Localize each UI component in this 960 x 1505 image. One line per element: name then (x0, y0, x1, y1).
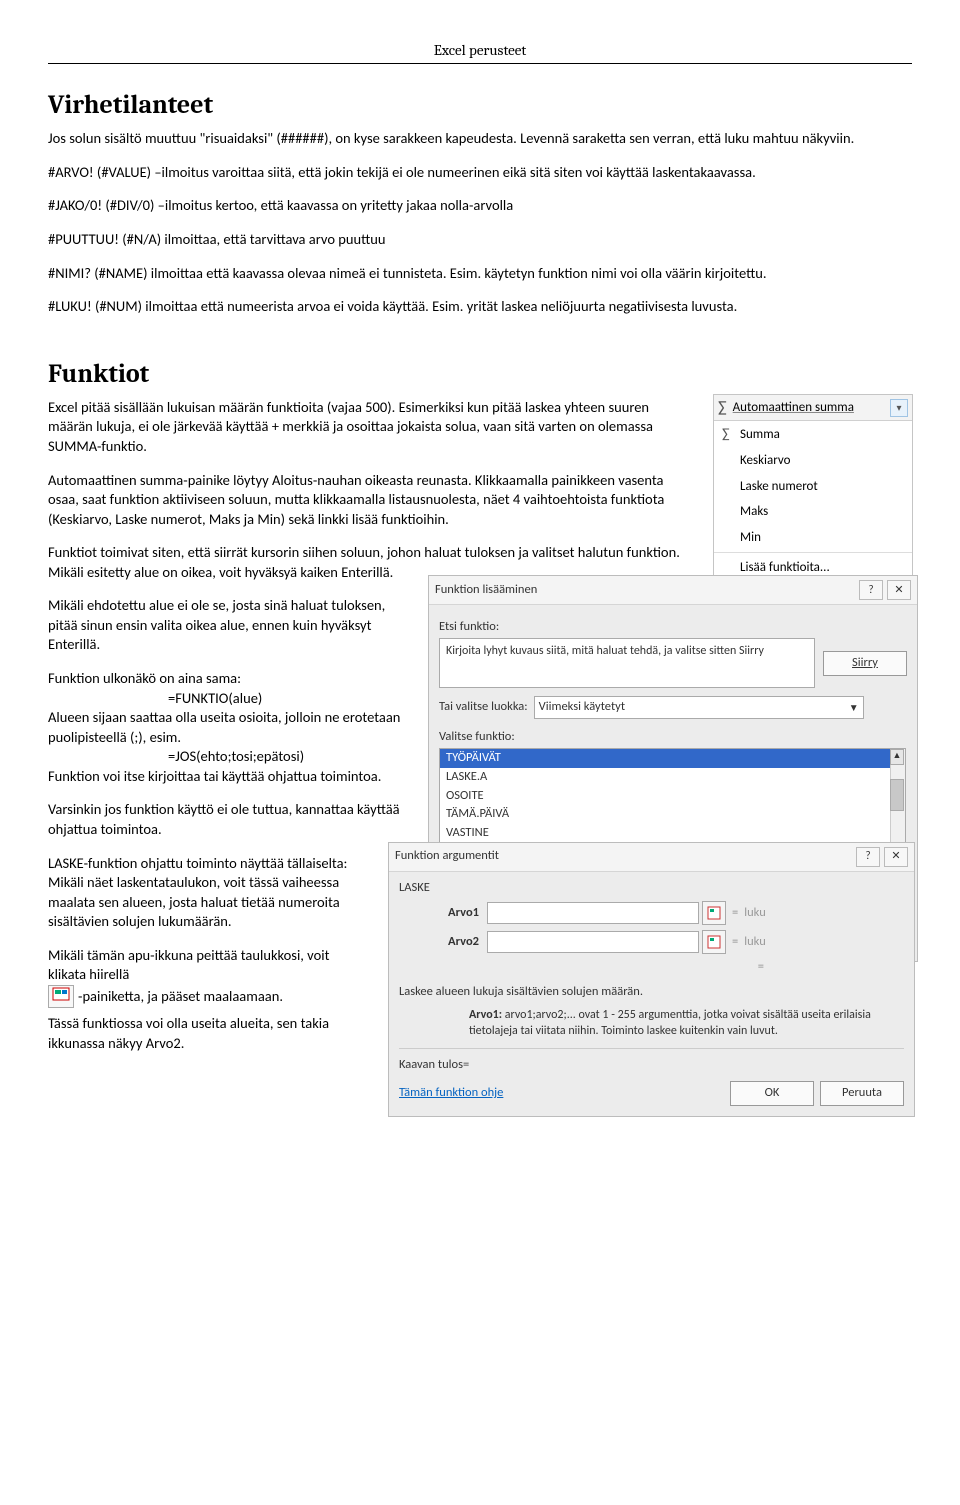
dialog-title: Funktion argumentit (395, 848, 852, 865)
range-picker-icon[interactable] (702, 901, 726, 925)
function-name: LASKE (399, 880, 904, 897)
list-item[interactable]: TÄMÄ.PÄIVÄ (440, 805, 905, 824)
scroll-thumb[interactable] (890, 779, 904, 811)
chevron-down-icon: ▼ (849, 701, 859, 715)
body-text: Mikäli tämän apu-ikkuna peittää taulukko… (48, 946, 348, 985)
body-text: #LUKU! (#NUM) ilmoittaa että numeerista … (48, 297, 912, 317)
help-link[interactable]: Tämän funktion ohje (399, 1085, 503, 1102)
body-text: Jos solun sisältö muuttuu "risuaidaksi" … (48, 129, 912, 149)
search-input[interactable]: Kirjoita lyhyt kuvaus siitä, mitä haluat… (439, 638, 815, 688)
dialog-title: Funktion lisääminen (435, 582, 855, 599)
help-icon[interactable]: ? (856, 847, 880, 867)
help-icon[interactable]: ? (859, 580, 883, 600)
body-text: Varsinkin jos funktion käyttö ei ole tut… (48, 800, 408, 839)
arg2-input[interactable] (487, 931, 699, 953)
autosum-item-keskiarvo[interactable]: Keskiarvo (714, 448, 912, 474)
body-text: #JAKO/0! (#DIV/0) –ilmoitus kertoo, että… (48, 196, 912, 216)
body-text: Automaattinen summa-painike löytyy Aloit… (48, 471, 688, 530)
body-text: Mikäli ehdotettu alue ei ole se, josta s… (48, 596, 408, 655)
arg1-input[interactable] (487, 902, 699, 924)
dialog-titlebar: Funktion lisääminen ? ✕ (429, 576, 917, 605)
sigma-icon: ∑ (718, 397, 727, 419)
body-text: Funktion ulkonäkö on aina sama: (48, 669, 408, 689)
category-select[interactable]: Viimeksi käytetyt ▼ (534, 696, 864, 719)
body-text: #NIMI? (#NAME) ilmoittaa että kaavassa o… (48, 264, 912, 284)
page-header: Excel perusteet (48, 40, 912, 64)
formula-result: Kaavan tulos= (399, 1057, 904, 1074)
list-label: Valitse funktio: (439, 729, 907, 746)
body-text: Alueen sijaan saattaa olla useita osioit… (48, 708, 408, 747)
body-text: -painiketta, ja pääset maalaamaan. (78, 987, 283, 1007)
autosum-item-summa[interactable]: ∑Summa (714, 421, 912, 448)
body-text: Tässä funktiossa voi olla useita alueita… (48, 1014, 348, 1053)
autosum-item-maks[interactable]: Maks (714, 499, 912, 525)
arg2-type: luku (744, 934, 766, 951)
function-arguments-dialog: Funktion argumentit ? ✕ LASKE Arvo1 = lu… (388, 842, 915, 1118)
arg1-label: Arvo1 (399, 905, 487, 922)
body-text: #ARVO! (#VALUE) –ilmoitus varoittaa siit… (48, 163, 912, 183)
scroll-up-icon[interactable]: ▲ (890, 749, 904, 765)
category-label: Tai valitse luokka: (439, 699, 528, 716)
cancel-button[interactable]: Peruuta (820, 1081, 904, 1106)
list-item[interactable]: OSOITE (440, 787, 905, 806)
function-description: Laskee alueen lukuja sisältävien solujen… (399, 984, 904, 1001)
range-picker-icon[interactable] (702, 930, 726, 954)
heading-virhetilanteet: Virhetilanteet (48, 88, 912, 123)
autosum-label: Automaattinen summa (733, 399, 854, 417)
body-text: LASKE-funktion ohjattu toiminto näyttää … (48, 854, 348, 874)
chevron-down-icon[interactable]: ▾ (890, 399, 908, 417)
body-text: Excel pitää sisällään lukuisan määrän fu… (48, 398, 688, 457)
dialog-titlebar: Funktion argumentit ? ✕ (389, 843, 914, 872)
sigma-icon: ∑ (722, 425, 740, 444)
body-text: #PUUTTUU! (#N/A) ilmoittaa, että tarvitt… (48, 230, 912, 250)
close-icon[interactable]: ✕ (887, 580, 911, 600)
list-item[interactable]: TYÖPÄIVÄT (440, 749, 905, 768)
search-label: Etsi funktio: (439, 619, 907, 636)
autosum-button[interactable]: ∑ Automaattinen summa ▾ (714, 395, 912, 422)
ok-button[interactable]: OK (730, 1081, 814, 1106)
close-icon[interactable]: ✕ (884, 847, 908, 867)
autosum-item-laske-numerot[interactable]: Laske numerot (714, 474, 912, 500)
heading-funktiot: Funktiot (48, 357, 912, 392)
list-item[interactable]: LASKE.A (440, 768, 905, 787)
arg-hint: Arvo1: arvo1;arvo2;... ovat 1 - 255 argu… (469, 1007, 904, 1039)
body-text: Mikäli näet laskentataulukon, voit tässä… (48, 873, 348, 932)
arg2-label: Arvo2 (399, 934, 487, 951)
go-button[interactable]: Siirry (823, 651, 907, 676)
arg1-type: luku (744, 905, 766, 922)
collapse-dialog-icon (48, 985, 74, 1009)
body-text: Funktion voi itse kirjoittaa tai käyttää… (48, 767, 408, 787)
list-item[interactable]: VASTINE (440, 824, 905, 843)
